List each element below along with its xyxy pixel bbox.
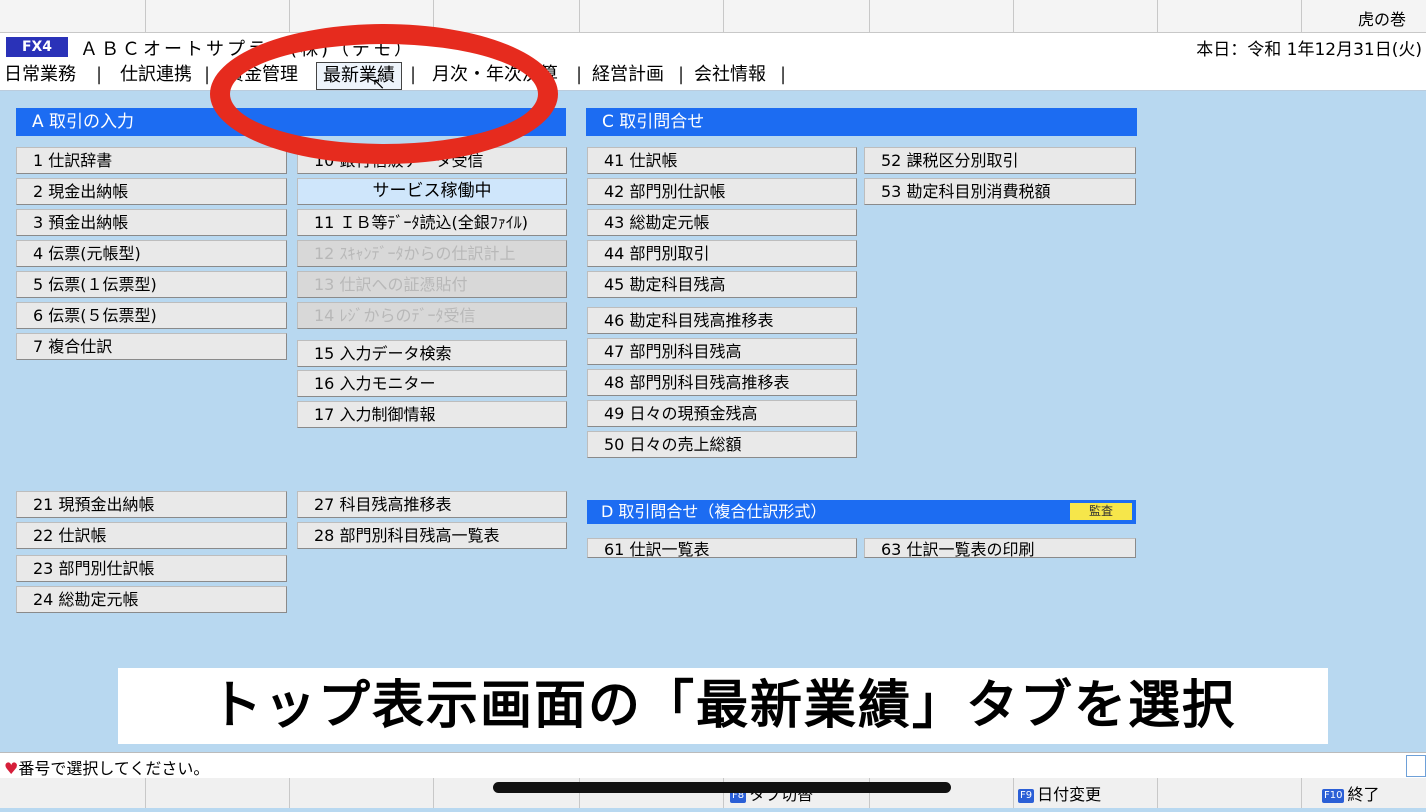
tab-company-info[interactable]: 会社情報 xyxy=(694,62,766,88)
menu-button-account-balance[interactable]: 45 勘定科目残高 xyxy=(587,271,857,298)
tutorial-caption: トップ表示画面の「最新業績」タブを選択 xyxy=(118,668,1328,744)
service-status: サービス稼働中 xyxy=(297,178,567,205)
menu-button-consumption-tax[interactable]: 53 勘定科目別消費税額 xyxy=(864,178,1136,205)
menu-button-slip-five[interactable]: 6 伝票(５伝票型) xyxy=(16,302,287,329)
menu-button-evidence: 13 仕訳への証憑貼付 xyxy=(297,271,567,298)
top-function-key-bar xyxy=(0,0,1426,33)
top-key-slot[interactable] xyxy=(870,0,1014,33)
menu-button-balance-trend-report[interactable]: 27 科目残高推移表 xyxy=(297,491,567,518)
tab-separator: | xyxy=(96,64,103,85)
menu-button-account-balance-trend[interactable]: 46 勘定科目残高推移表 xyxy=(587,307,857,334)
top-key-slot[interactable] xyxy=(724,0,870,33)
menu-button-tax-category[interactable]: 52 課税区分別取引 xyxy=(864,147,1136,174)
f10-label: 終了 xyxy=(1347,785,1380,804)
section-d-header: D 取引問合せ（複合仕訳形式） xyxy=(587,500,1136,524)
tab-separator: | xyxy=(204,64,211,85)
menu-button-deposit-book[interactable]: 3 預金出納帳 xyxy=(16,209,287,236)
menu-button-dept-account-balance[interactable]: 47 部門別科目残高 xyxy=(587,338,857,365)
menu-button-dept-transactions[interactable]: 44 部門別取引 xyxy=(587,240,857,267)
menu-button-journal-list-print[interactable]: 63 仕訳一覧表の印刷 xyxy=(864,538,1136,558)
menu-button-dept-journal[interactable]: 42 部門別仕訳帳 xyxy=(587,178,857,205)
tab-business-plan[interactable]: 経営計画 xyxy=(592,62,664,88)
top-key-slot[interactable] xyxy=(434,0,580,33)
annotation-highlight-circle xyxy=(210,24,558,164)
menu-button-cash-book[interactable]: 2 現金出納帳 xyxy=(16,178,287,205)
number-input[interactable] xyxy=(1406,755,1426,777)
bottom-key-slot[interactable] xyxy=(290,778,434,808)
menu-button-daily-sales[interactable]: 50 日々の売上総額 xyxy=(587,431,857,458)
menu-button-journal-list[interactable]: 61 仕訳一覧表 xyxy=(587,538,857,558)
status-bar xyxy=(0,752,1426,778)
f9-label: 日付変更 xyxy=(1037,785,1102,804)
f9-key-icon: F9 xyxy=(1018,788,1035,803)
menu-button-daily-cash-balance[interactable]: 49 日々の現預金残高 xyxy=(587,400,857,427)
audit-badge: 監査 xyxy=(1070,503,1132,520)
today-date: 本日：令和 1年12月31日(火) xyxy=(1196,40,1422,60)
top-key-slot[interactable] xyxy=(146,0,290,33)
menu-button-input-search[interactable]: 15 入力データ検索 xyxy=(297,340,567,367)
f9-date-change-button[interactable]: F9 日付変更 xyxy=(1014,778,1158,808)
f10-exit-button[interactable]: F10 終了 xyxy=(1302,778,1426,808)
top-key-slot[interactable] xyxy=(1014,0,1158,33)
menu-button-dept-balance-trend[interactable]: 48 部門別科目残高推移表 xyxy=(587,369,857,396)
tab-separator: | xyxy=(780,64,787,85)
heart-icon: ♥ xyxy=(4,759,19,778)
menu-button-register-data: 14 ﾚｼﾞからのﾃﾞｰﾀ受信 xyxy=(297,302,567,329)
menu-button-compound-journal[interactable]: 7 複合仕訳 xyxy=(16,333,287,360)
menu-button-input-control[interactable]: 17 入力制御情報 xyxy=(297,401,567,428)
menu-button-dept-journal-report[interactable]: 23 部門別仕訳帳 xyxy=(16,555,287,582)
top-key-slot[interactable] xyxy=(1158,0,1302,33)
menu-button-slip-ledger[interactable]: 4 伝票(元帳型) xyxy=(16,240,287,267)
f10-key-icon: F10 xyxy=(1322,788,1345,803)
top-key-slot[interactable] xyxy=(0,0,146,33)
menu-button-dept-balance-list[interactable]: 28 部門別科目残高一覧表 xyxy=(297,522,567,549)
tab-daily-work[interactable]: 日常業務 xyxy=(4,62,76,88)
tab-separator: | xyxy=(678,64,685,85)
section-c-header: C 取引問合せ xyxy=(586,108,1137,136)
menu-button-ib-data[interactable]: 11 ＩＢ等ﾃﾞｰﾀ読込(全銀ﾌｧｲﾙ) xyxy=(297,209,567,236)
menu-button-journal[interactable]: 41 仕訳帳 xyxy=(587,147,857,174)
bottom-key-slot[interactable] xyxy=(1158,778,1302,808)
menu-button-general-ledger[interactable]: 43 総勘定元帳 xyxy=(587,209,857,236)
menu-button-general-ledger-report[interactable]: 24 総勘定元帳 xyxy=(16,586,287,613)
menu-button-cash-deposit-book[interactable]: 21 現預金出納帳 xyxy=(16,491,287,518)
menu-button-scan-data: 12 ｽｷｬﾝﾃﾞｰﾀからの仕訳計上 xyxy=(297,240,567,267)
menu-button-slip-single[interactable]: 5 伝票(１伝票型) xyxy=(16,271,287,298)
app-badge: FX4 xyxy=(6,37,68,57)
menu-button-input-monitor[interactable]: 16 入力モニター xyxy=(297,370,567,397)
tora-no-maki-button[interactable]: 虎の巻 xyxy=(1358,6,1406,30)
status-message-text: 番号で選択してください。 xyxy=(18,759,210,778)
menu-button-journal-report[interactable]: 22 仕訳帳 xyxy=(16,522,287,549)
bottom-key-slot[interactable] xyxy=(146,778,290,808)
home-indicator-bar xyxy=(493,782,951,793)
status-message: ♥番号で選択してください。 xyxy=(4,755,209,779)
menu-button-journal-dictionary[interactable]: 1 仕訳辞書 xyxy=(16,147,287,174)
tab-journal-link[interactable]: 仕訳連携 xyxy=(120,62,192,88)
top-key-slot[interactable] xyxy=(580,0,724,33)
bottom-key-slot[interactable] xyxy=(0,778,146,808)
tab-separator: | xyxy=(576,64,583,85)
